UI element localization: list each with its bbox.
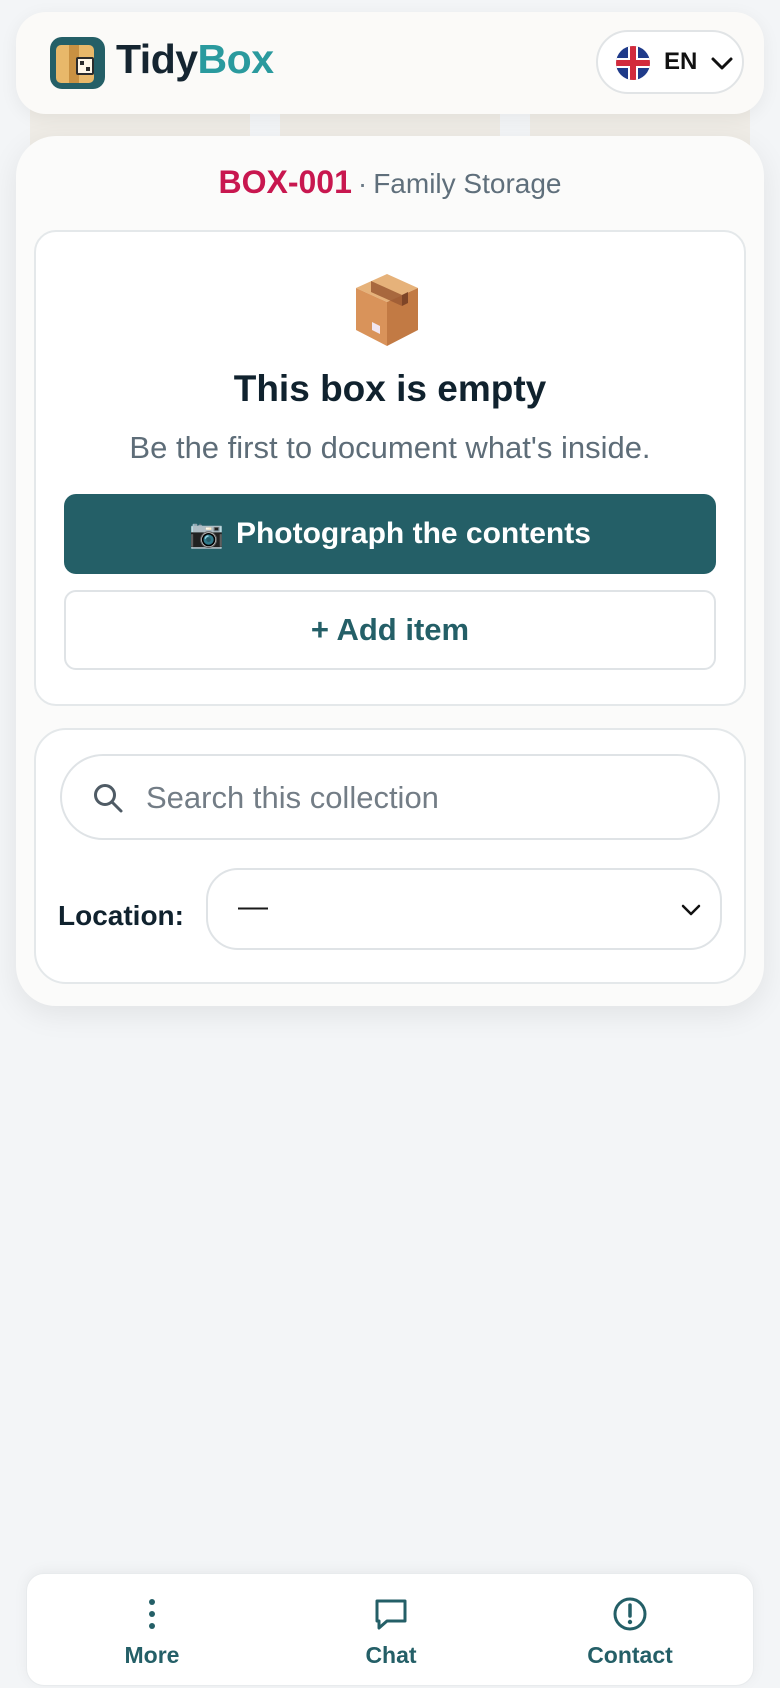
empty-state-title: This box is empty — [233, 368, 547, 409]
brand-name-part2: Box — [197, 36, 274, 82]
uk-flag-icon — [616, 46, 650, 80]
location-select[interactable]: — — [206, 868, 722, 950]
search-icon — [94, 784, 123, 813]
brand-name: TidyBox — [116, 36, 274, 83]
language-code: EN — [664, 48, 698, 75]
nav-contact-label: Contact — [587, 1642, 673, 1668]
chevron-down-icon — [681, 904, 701, 916]
box-detail-card: BOX-001 · Family Storage This box is empty… — [16, 136, 764, 1006]
collection-name: Family Storage — [373, 168, 562, 199]
nav-chat[interactable]: Chat — [311, 1574, 471, 1687]
language-selector[interactable]: EN — [596, 30, 744, 94]
chevron-down-icon — [711, 57, 733, 70]
box-heading: BOX-001 · Family Storage — [16, 164, 764, 201]
location-selected-value: — — [238, 890, 268, 923]
search-input[interactable] — [146, 776, 706, 820]
brand-name-part1: Tidy — [116, 36, 198, 82]
box-id: BOX-001 — [218, 164, 352, 200]
add-item-button[interactable]: + Add item — [64, 590, 716, 670]
more-vertical-icon — [149, 1599, 155, 1629]
nav-contact[interactable]: Contact — [550, 1574, 710, 1687]
nav-chat-label: Chat — [365, 1642, 417, 1668]
location-label: Location: — [58, 900, 184, 931]
photograph-contents-button[interactable]: 📷 Photograph the contents — [64, 494, 716, 574]
bottom-navigation: More Chat Contact — [26, 1573, 754, 1686]
empty-state-subtitle: Be the first to document what's inside. — [129, 430, 651, 465]
nav-more-label: More — [124, 1642, 180, 1668]
photograph-contents-label: Photograph the contents — [235, 517, 591, 550]
nav-more[interactable]: More — [72, 1574, 232, 1687]
alert-circle-icon — [613, 1597, 647, 1631]
search-field[interactable] — [60, 754, 720, 840]
app-header: TidyBox EN — [16, 12, 764, 114]
tidybox-logo-icon — [50, 37, 105, 89]
camera-icon: 📷 — [189, 518, 224, 549]
box-separator: · — [357, 168, 368, 199]
package-icon — [356, 274, 418, 346]
filter-panel: Location: — — [34, 728, 746, 984]
chat-icon — [375, 1599, 407, 1630]
empty-state-panel: This box is empty Be the first to docume… — [34, 230, 746, 706]
